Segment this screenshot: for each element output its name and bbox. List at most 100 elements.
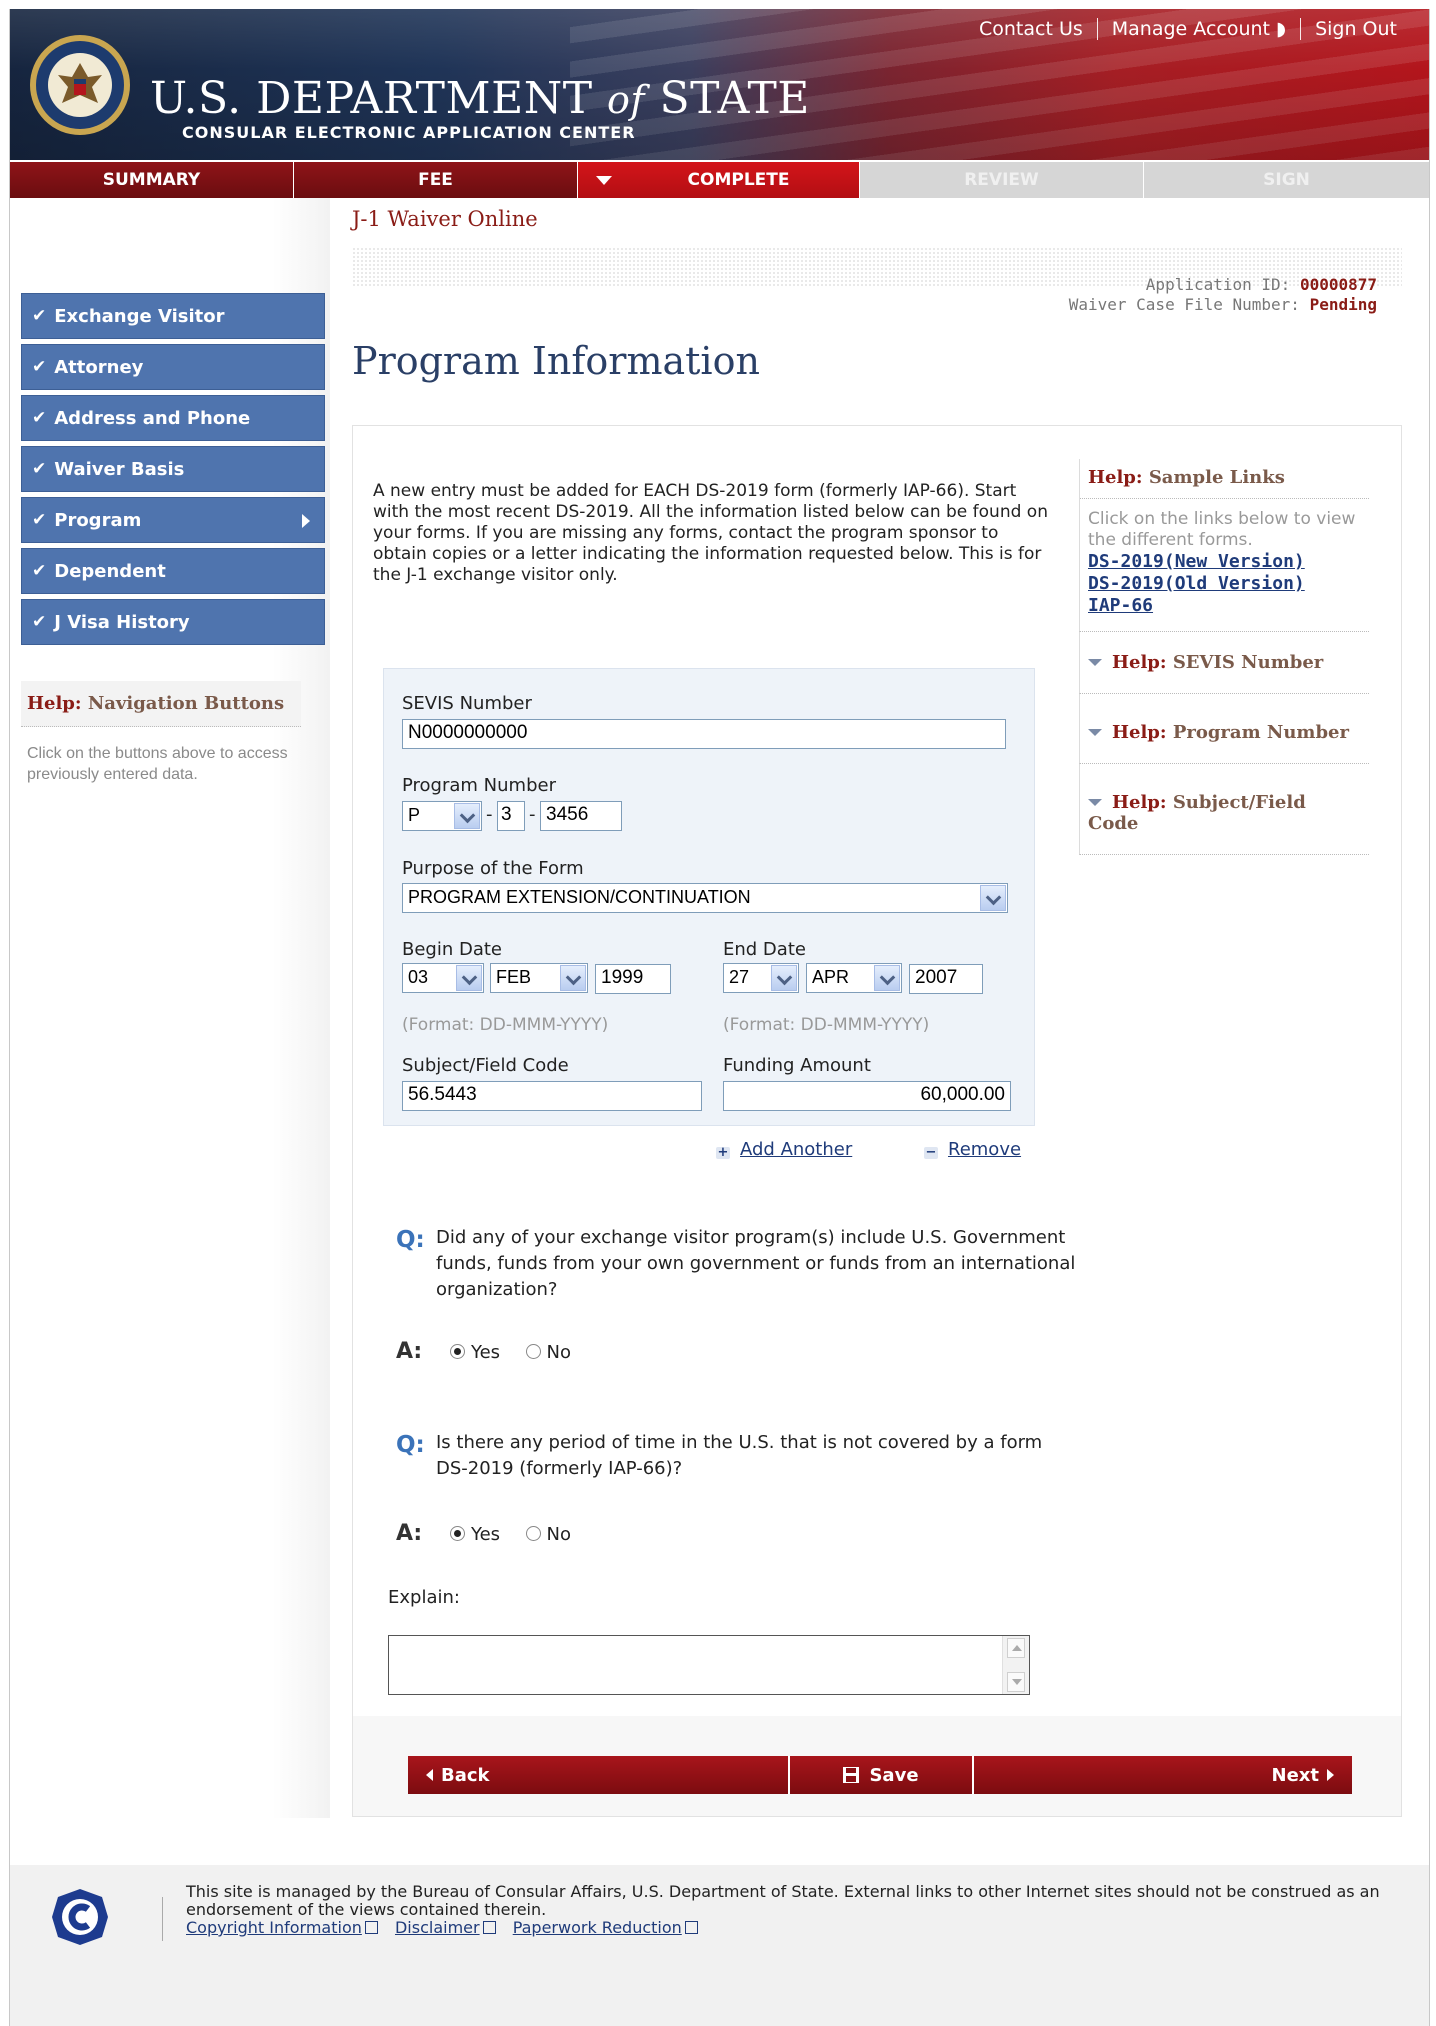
- ds2019-new-link[interactable]: DS-2019(New Version): [1088, 551, 1359, 573]
- add-another-link[interactable]: Add Another: [740, 1139, 852, 1160]
- tab-sign: SIGN: [1144, 162, 1429, 198]
- header-banner: Contact Us Manage Account ◗ Sign Out U.S…: [10, 9, 1429, 160]
- progress-tabs: SUMMARY FEE COMPLETE REVIEW SIGN: [10, 162, 1429, 198]
- sevis-label: SEVIS Number: [402, 693, 532, 714]
- sidebar-item-exchange-visitor[interactable]: ✔ Exchange Visitor: [21, 293, 325, 339]
- scroll-up-icon[interactable]: [1007, 1638, 1025, 1658]
- check-icon: ✔: [32, 459, 47, 479]
- help-subject-field-code[interactable]: Help: Subject/Field Code: [1079, 764, 1369, 855]
- save-button[interactable]: Save: [790, 1756, 974, 1794]
- page: Contact Us Manage Account ◗ Sign Out U.S…: [9, 9, 1430, 2026]
- sevis-input[interactable]: N0000000000: [402, 719, 1006, 749]
- contact-us-link[interactable]: Contact Us: [965, 18, 1097, 40]
- right-help: Help: Sample Links Click on the links be…: [1079, 459, 1369, 855]
- chevron-down-icon: [874, 965, 900, 991]
- sidebar-nav: ✔ Exchange Visitor ✔ Attorney ✔ Address and…: [21, 293, 325, 650]
- check-icon: ✔: [32, 561, 47, 581]
- manage-account-link[interactable]: Manage Account ◗: [1098, 18, 1300, 40]
- remove-link[interactable]: Remove: [948, 1139, 1021, 1160]
- tab-review: REVIEW: [860, 162, 1144, 198]
- funding-amount-input[interactable]: 60,000.00: [723, 1081, 1011, 1111]
- check-icon: ✔: [32, 612, 47, 632]
- begin-month-select[interactable]: FEB: [490, 963, 588, 993]
- begin-date-format-hint: (Format: DD-MMM-YYYY): [402, 1015, 609, 1035]
- navigation-help-body: Click on the buttons above to access pre…: [27, 745, 288, 783]
- begin-day-select[interactable]: 03: [402, 963, 484, 993]
- copyright-link[interactable]: Copyright Information: [186, 1918, 378, 1937]
- question-mark: Q:: [396, 1227, 425, 1253]
- sign-out-link[interactable]: Sign Out: [1301, 18, 1411, 40]
- check-icon: ✔: [32, 306, 47, 326]
- q1-yes-radio[interactable]: [449, 1344, 465, 1359]
- subject-code-input[interactable]: 56.5443: [402, 1081, 702, 1111]
- footer: This site is managed by the Bureau of Co…: [10, 1865, 1429, 2026]
- footer-text: This site is managed by the Bureau of Co…: [186, 1882, 1380, 1919]
- external-link-icon: [364, 1921, 378, 1934]
- application-ids: Application ID: 00000877 Waiver Case Fil…: [1068, 275, 1377, 314]
- begin-year-input[interactable]: 1999: [595, 964, 671, 994]
- begin-date-label: Begin Date: [402, 939, 503, 960]
- scroll-down-icon[interactable]: [1007, 1672, 1025, 1692]
- iap66-link[interactable]: IAP-66: [1088, 595, 1359, 617]
- chevron-down-icon: [454, 803, 480, 829]
- answer-1: A: Yes No: [396, 1339, 571, 1364]
- external-link-icon: [684, 1921, 698, 1934]
- chevron-down-icon: [980, 885, 1006, 911]
- end-date-label: End Date: [723, 939, 806, 960]
- expand-icon: [1088, 799, 1102, 806]
- question-1-text: Did any of your exchange visitor program…: [436, 1227, 1076, 1300]
- case-file-number: Pending: [1309, 295, 1377, 314]
- external-link-icon: [482, 1921, 496, 1934]
- tab-fee[interactable]: FEE: [294, 162, 578, 198]
- program-number-label: Program Number: [402, 775, 556, 796]
- disclaimer-link[interactable]: Disclaimer: [395, 1918, 496, 1937]
- q2-no-radio[interactable]: [525, 1526, 541, 1541]
- tab-summary[interactable]: SUMMARY: [10, 162, 294, 198]
- end-year-input[interactable]: 2007: [909, 964, 983, 994]
- chevron-down-icon: [560, 965, 586, 991]
- program-prefix-select[interactable]: P: [402, 801, 482, 831]
- back-button[interactable]: Back: [408, 1756, 790, 1794]
- tab-complete[interactable]: COMPLETE: [578, 162, 860, 198]
- action-bar: Back Save Next: [408, 1756, 1352, 1794]
- explain-textarea[interactable]: [388, 1635, 1030, 1695]
- arrow-right-icon: [1327, 1769, 1334, 1781]
- answer-2: A: Yes No: [396, 1521, 571, 1546]
- question-2: Q: Is there any period of time in the U.…: [396, 1430, 1096, 1486]
- purpose-select[interactable]: PROGRAM EXTENSION/CONTINUATION: [402, 883, 1008, 913]
- app-title: J-1 Waiver Online: [352, 207, 538, 231]
- sidebar-item-address-and-phone[interactable]: ✔ Address and Phone: [21, 395, 325, 441]
- help-sevis-number[interactable]: Help: SEVIS Number: [1079, 632, 1369, 694]
- question-1: Q: Did any of your exchange visitor prog…: [396, 1225, 1096, 1305]
- sidebar-item-dependent[interactable]: ✔ Dependent: [21, 548, 325, 594]
- minus-icon: −: [924, 1145, 938, 1160]
- end-month-select[interactable]: APR: [806, 963, 902, 993]
- arrow-right-icon: [302, 514, 310, 528]
- program-number-input[interactable]: 3456: [540, 801, 622, 831]
- textarea-scrollbar[interactable]: [1002, 1636, 1029, 1694]
- program-mid-input[interactable]: 3: [497, 801, 525, 831]
- sidebar-item-attorney[interactable]: ✔ Attorney: [21, 344, 325, 390]
- arrow-left-icon: [426, 1769, 433, 1781]
- q1-no-radio[interactable]: [525, 1344, 541, 1359]
- top-links: Contact Us Manage Account ◗ Sign Out: [965, 15, 1411, 43]
- consular-affairs-logo-icon: [52, 1889, 108, 1945]
- sidebar-item-j-visa-history[interactable]: ✔ J Visa History: [21, 599, 325, 645]
- help-program-number[interactable]: Help: Program Number: [1079, 694, 1369, 764]
- intro-text: A new entry must be added for EACH DS-20…: [373, 481, 1048, 585]
- subject-code-label: Subject/Field Code: [402, 1055, 569, 1076]
- application-id: 00000877: [1299, 275, 1377, 294]
- sidebar-item-waiver-basis[interactable]: ✔ Waiver Basis: [21, 446, 325, 492]
- plus-icon: +: [716, 1145, 730, 1160]
- ds2019-old-link[interactable]: DS-2019(Old Version): [1088, 573, 1359, 595]
- floppy-disk-icon: [843, 1767, 860, 1783]
- end-day-select[interactable]: 27: [723, 963, 799, 993]
- paperwork-reduction-link[interactable]: Paperwork Reduction: [513, 1918, 698, 1937]
- end-date-format-hint: (Format: DD-MMM-YYYY): [723, 1015, 930, 1035]
- check-icon: ✔: [32, 408, 47, 428]
- next-button[interactable]: Next: [974, 1756, 1352, 1794]
- department-title: U.S. DEPARTMENT of STATE: [150, 73, 810, 124]
- navigation-help: Help: Navigation Buttons Click on the bu…: [21, 681, 301, 801]
- q2-yes-radio[interactable]: [449, 1526, 465, 1541]
- sidebar-item-program[interactable]: ✔ Program: [21, 497, 325, 543]
